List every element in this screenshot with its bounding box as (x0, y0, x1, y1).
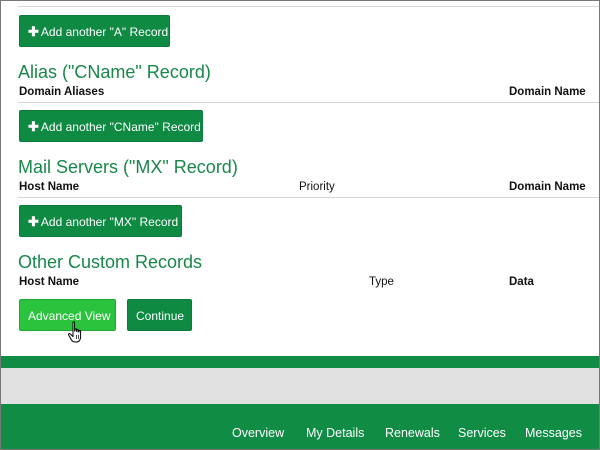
mx-col-priority: Priority (299, 181, 335, 193)
cname-col-domain-aliases: Domain Aliases (19, 86, 105, 98)
footer-link-overview[interactable]: Overview (232, 426, 284, 440)
custom-col-data: Data (509, 276, 534, 288)
top-divider (18, 6, 599, 7)
footer-nav: Overview My Details Renewals Services Me… (1, 404, 599, 449)
hand-pointer-icon (67, 321, 82, 343)
dns-records-window: ✚ Add another "A" Record Alias ("CName" R… (0, 0, 600, 450)
plus-icon: ✚ (28, 214, 39, 229)
add-cname-record-label: Add another "CName" Record (40, 120, 201, 134)
custom-section-title: Other Custom Records (18, 252, 203, 272)
content-bottom-bar (1, 356, 599, 368)
plus-icon: ✚ (28, 24, 39, 39)
footer-link-services[interactable]: Services (458, 426, 506, 440)
footer-link-my-details[interactable]: My Details (306, 426, 364, 440)
footer-link-messages[interactable]: Messages (525, 426, 582, 440)
add-cname-record-button[interactable]: ✚ Add another "CName" Record (19, 110, 203, 142)
cname-section-title: Alias ("CName" Record) (18, 62, 211, 82)
dns-records-panel: ✚ Add another "A" Record Alias ("CName" R… (1, 1, 599, 356)
mx-col-domain-name: Domain Name (509, 181, 586, 193)
custom-col-host-name: Host Name (19, 276, 80, 288)
add-mx-record-button[interactable]: ✚ Add another "MX" Record (19, 205, 182, 237)
continue-button[interactable]: Continue (127, 299, 192, 331)
continue-label: Continue (136, 309, 185, 323)
mx-divider (18, 197, 599, 198)
cname-col-domain-name: Domain Name (509, 86, 586, 98)
mx-section-title: Mail Servers ("MX" Record) (18, 157, 238, 177)
add-mx-record-label: Add another "MX" Record (40, 215, 179, 229)
separator-band (1, 368, 599, 404)
mx-col-host-name: Host Name (19, 181, 80, 193)
add-a-record-label: Add another "A" Record (40, 25, 169, 39)
cname-divider (18, 102, 599, 103)
plus-icon: ✚ (28, 119, 39, 134)
footer-link-renewals[interactable]: Renewals (385, 426, 440, 440)
custom-col-type: Type (369, 276, 394, 288)
add-a-record-button[interactable]: ✚ Add another "A" Record (19, 15, 170, 47)
